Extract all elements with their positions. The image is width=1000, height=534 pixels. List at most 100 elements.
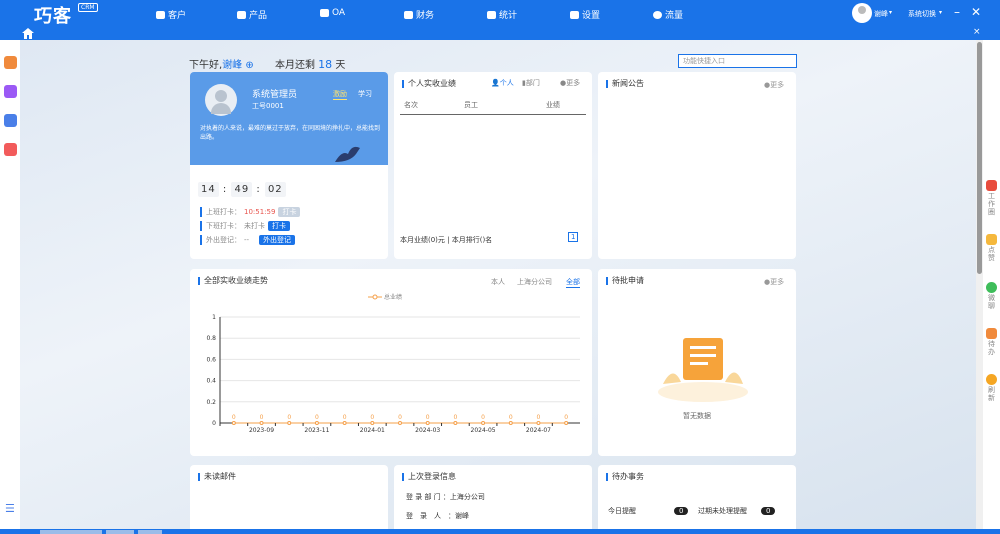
data-label: 0 — [426, 414, 430, 421]
user-name[interactable]: 谢峰 — [874, 9, 888, 19]
app-logo[interactable]: 巧客 — [34, 2, 72, 28]
nav-customer[interactable]: 客户 — [156, 8, 186, 21]
taskbar-item[interactable] — [106, 530, 134, 534]
data-point — [314, 421, 319, 425]
profile-role: 系统管理员 — [252, 90, 298, 100]
rr-wechat[interactable]: 微聊 — [986, 282, 997, 310]
oa-icon — [320, 9, 329, 17]
checkout-button[interactable]: 打卡 — [268, 221, 290, 231]
switch-dropdown-icon[interactable]: ▾ — [939, 9, 942, 16]
profile-card: 系统管理员 工号0001 激励 学习 对执着的人来说，最难的莫过于放弃，在同困境… — [190, 72, 388, 259]
user-dropdown-icon[interactable]: ▾ — [889, 9, 892, 16]
motto-text: 对执着的人来说，最难的莫过于放弃，在同困境的挣扎中，总能找到出路。 — [200, 125, 381, 141]
employee-no: 工号0001 — [252, 102, 284, 110]
personal-perf-more[interactable]: ●更多 — [560, 78, 580, 88]
greeting-name[interactable]: 谢峰 — [222, 60, 242, 71]
rr-circle[interactable]: 工作圈 — [986, 180, 997, 216]
tab-person[interactable]: 👤个人 — [491, 78, 514, 88]
checkin-button[interactable]: 打卡 — [278, 207, 301, 217]
rr-refresh[interactable]: 刷新 — [986, 374, 997, 402]
top-navbar: 巧客 CRM 客户 产品 OA 财务 统计 设置 流量 谢峰 ▾ 系统切换 ▾ … — [0, 0, 1000, 27]
tab-department[interactable]: ▮部门 — [522, 78, 540, 88]
nav-finance[interactable]: 财务 — [404, 8, 434, 21]
scrollbar-thumb[interactable] — [977, 42, 982, 274]
approval-more[interactable]: ●更多 — [764, 277, 784, 287]
x-tick-label: 2024-07 — [526, 427, 551, 434]
outing-register-button[interactable]: 外出登记 — [259, 235, 296, 245]
calendar-icon[interactable] — [4, 143, 17, 156]
refresh-icon — [986, 374, 997, 385]
bell-icon[interactable] — [4, 85, 17, 98]
wechat-icon — [986, 282, 997, 293]
personal-perf-card: 个人实收业绩 👤个人 ▮部门 ●更多 名次 员工 业绩 本月业绩(0)元 | 本… — [394, 72, 592, 259]
add-circle-icon[interactable]: ⊕ — [245, 60, 253, 71]
todo-card: 待办事务 今日提醒 0 过期未处理提醒 0 — [598, 465, 796, 534]
taskbar-item[interactable] — [138, 530, 162, 534]
empty-text: 暂无数据 — [683, 412, 711, 420]
overdue-count-badge: 0 — [761, 507, 776, 515]
data-point — [481, 421, 486, 425]
nav-oa[interactable]: OA — [320, 8, 345, 18]
news-card: 新闻公告 ●更多 — [598, 72, 796, 259]
news-more[interactable]: ●更多 — [764, 80, 784, 90]
user-avatar[interactable] — [852, 3, 872, 23]
data-label: 0 — [453, 414, 457, 421]
nav-traffic[interactable]: 流量 — [653, 8, 683, 21]
page-number[interactable]: 1 — [568, 232, 579, 242]
profile-header: 系统管理员 工号0001 激励 学习 对执着的人来说，最难的莫过于放弃，在同困境… — [190, 72, 388, 165]
data-point — [425, 421, 430, 425]
x-tick-label: 2023-11 — [304, 427, 329, 434]
nav-settings[interactable]: 设置 — [570, 8, 600, 21]
product-icon — [237, 10, 246, 19]
tab-learn[interactable]: 学习 — [358, 89, 372, 99]
quick-entry-input[interactable]: 功能快捷入口 — [678, 54, 797, 68]
data-label: 0 — [481, 414, 485, 421]
thumbs-up-icon — [986, 234, 997, 245]
outing-row: 外出登记： -- 外出登记 — [200, 235, 296, 245]
data-point — [231, 421, 236, 425]
profile-avatar[interactable] — [205, 84, 237, 116]
contacts-icon[interactable] — [4, 56, 17, 69]
checkout-row: 下班打卡： 未打卡 打卡 — [200, 221, 290, 231]
data-label: 0 — [398, 414, 402, 421]
taskbar-item[interactable] — [40, 530, 102, 534]
nav-statistics[interactable]: 统计 — [487, 8, 517, 21]
perf-summary: 本月业绩(0)元 | 本月排行()名 — [400, 236, 493, 244]
table-divider — [400, 114, 586, 115]
settings-icon — [570, 10, 579, 19]
trend-card: 全部实收业绩走势 本人 上海分公司 全部 总业绩 0 0.2 0.4 0.6 0.8 1 0… — [190, 269, 592, 456]
rr-like[interactable]: 点赞 — [986, 234, 997, 262]
approval-card: 待批申请 ●更多 暂无数据 — [598, 269, 796, 456]
y-tick-label: 0.6 — [206, 356, 216, 363]
minimize-icon[interactable]: – — [954, 5, 960, 19]
data-point — [453, 421, 458, 425]
y-tick-label: 1 — [212, 314, 216, 321]
circle-icon — [986, 180, 997, 191]
tab-bar: × — [0, 27, 1000, 40]
news-title: 新闻公告 — [606, 80, 644, 88]
last-login-title: 上次登录信息 — [402, 473, 456, 481]
nav-product[interactable]: 产品 — [237, 8, 267, 21]
tab-incentive[interactable]: 激励 — [333, 89, 347, 100]
close-icon[interactable]: ✕ — [971, 5, 981, 19]
home-icon[interactable] — [22, 28, 34, 39]
system-switch[interactable]: 系统切换 — [908, 9, 936, 19]
col-performance: 业绩 — [546, 101, 560, 109]
data-label: 0 — [509, 414, 513, 421]
data-label: 0 — [260, 414, 264, 421]
login-dept-row: 登 录 部 门 ：上海分公司 — [406, 493, 485, 501]
chat-icon[interactable] — [4, 114, 17, 127]
todo-icon — [986, 328, 997, 339]
tab-close-icon[interactable]: × — [973, 27, 981, 37]
col-rank: 名次 — [404, 101, 418, 109]
data-point — [342, 421, 347, 425]
y-tick-label: 0.4 — [206, 378, 216, 385]
x-tick-label: 2023-09 — [249, 427, 274, 434]
today-reminder-row[interactable]: 今日提醒 0 — [608, 506, 689, 516]
menu-list-icon[interactable]: ☰ — [5, 502, 15, 515]
login-person-row: 登 录 人 ：谢峰 — [406, 512, 469, 520]
data-label: 0 — [343, 414, 347, 421]
overdue-reminder-row[interactable]: 过期未处理提醒 0 — [698, 506, 776, 516]
rr-todo[interactable]: 待办 — [986, 328, 997, 356]
data-point — [536, 421, 541, 425]
